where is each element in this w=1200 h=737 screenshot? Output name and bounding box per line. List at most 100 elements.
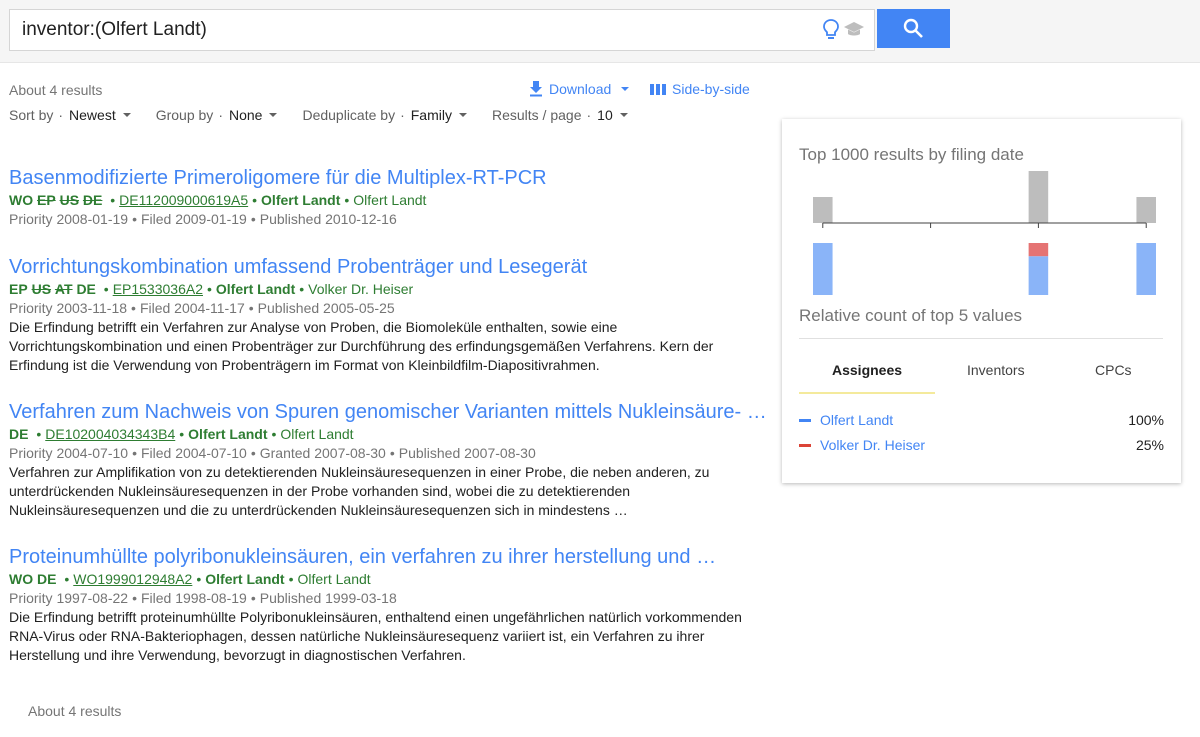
publication-number[interactable]: DE102004034343B4 (45, 426, 175, 442)
footer-result-count: About 4 results (28, 703, 122, 719)
legend-percent: 100% (1128, 412, 1164, 428)
search-input[interactable] (22, 10, 802, 50)
lightbulb-icon[interactable] (821, 18, 841, 42)
result-snippet: Die Erfindung betrifft ein Verfahren zur… (9, 319, 714, 373)
caret-down-icon (122, 113, 131, 117)
date: Priority 2008-01-19 (9, 211, 129, 227)
date: Priority 1997-08-22 (9, 590, 129, 606)
date: Published 2010-12-16 (259, 211, 397, 227)
columns-icon (650, 83, 666, 95)
result-meta: EP US AT DE • EP1533036A2 • Olfert Landt • Vo… (9, 281, 414, 297)
group-by-dropdown[interactable]: None (229, 107, 278, 123)
filing-bar (1136, 197, 1156, 223)
chevron-down-icon (621, 87, 630, 91)
inventor: Olfert Landt (353, 192, 427, 208)
result-item: Verfahren zum Nachweis von Spuren genomi… (9, 400, 767, 520)
sort-by-dropdown[interactable]: Newest (69, 107, 131, 123)
download-button[interactable]: Download (529, 81, 633, 97)
deduplicate-by-dropdown[interactable]: Family (411, 107, 467, 123)
relative-bar-olfert-landt (813, 243, 833, 295)
publication-number[interactable]: DE112009000619A5 (119, 192, 248, 208)
country-code[interactable]: EP (9, 281, 28, 297)
date: Priority 2004-07-10 (9, 445, 129, 461)
deduplicate-by-label: Deduplicate by (302, 107, 396, 123)
date: Published 2007-08-30 (398, 445, 536, 461)
caret-down-icon (269, 113, 278, 117)
stats-panel: Top 1000 results by filing date Relative… (782, 119, 1181, 483)
country-code[interactable]: EP (37, 192, 56, 208)
country-code[interactable]: DE (9, 426, 28, 442)
result-title[interactable]: Vorrichtungskombination umfassend Proben… (9, 255, 754, 279)
top-bar (0, 0, 1200, 63)
inventor: Olfert Landt (280, 426, 354, 442)
relative-bar-olfert-landt (1028, 256, 1049, 295)
filing-bar (813, 197, 833, 223)
date: Granted 2007-08-30 (259, 445, 386, 461)
relative-bar-olfert-landt (1136, 243, 1156, 295)
sort-by-label: Sort by (9, 107, 54, 123)
filing-date-chart (813, 171, 1156, 295)
country-code[interactable]: DE (37, 571, 56, 587)
group-by-label: Group by (155, 107, 214, 123)
publication-number[interactable]: WO1999012948A2 (73, 571, 192, 587)
date: Priority 2003-11-18 (9, 300, 128, 316)
country-code[interactable]: WO (9, 192, 33, 208)
result-meta: WO EP US DE • DE112009000619A5 • Olfert Lan… (9, 192, 427, 208)
download-label: Download (549, 81, 612, 97)
tab-assignees[interactable]: Assignees (832, 362, 902, 378)
legend-swatch (799, 444, 811, 447)
assignee: Olfert Landt (261, 192, 341, 208)
result-title[interactable]: Verfahren zum Nachweis von Spuren genomi… (9, 400, 767, 424)
result-item: Vorrichtungskombination umfassend Proben… (9, 255, 754, 375)
date: Filed 1998-08-19 (140, 590, 247, 606)
legend-percent: 25% (1135, 437, 1164, 453)
result-title[interactable]: Basenmodifizierte Primeroligomere für di… (9, 166, 754, 190)
search-icon (903, 18, 923, 38)
result-snippet: Die Erfindung betrifft proteinumhüllte P… (9, 609, 742, 663)
country-code[interactable]: AT (55, 281, 73, 297)
search-button[interactable] (877, 9, 950, 48)
search-box[interactable] (9, 9, 875, 51)
assignee: Olfert Landt (205, 571, 285, 587)
graduation-cap-icon[interactable] (843, 20, 865, 40)
country-code[interactable]: DE (83, 192, 102, 208)
publication-number[interactable]: EP1533036A2 (113, 281, 203, 297)
result-item: Basenmodifizierte Primeroligomere für di… (9, 166, 754, 229)
date: Filed 2004-07-10 (140, 445, 247, 461)
active-tab-underline (799, 392, 935, 394)
result-dates: Priority 2003-11-18 • Filed 2004-11-17 • Pub… (9, 300, 395, 316)
country-code[interactable]: WO (9, 571, 33, 587)
assignee: Olfert Landt (215, 281, 296, 297)
result-dates: Priority 1997-08-22 • Filed 1998-08-19 • Pub… (9, 590, 397, 606)
assignee: Olfert Landt (188, 426, 268, 442)
result-title[interactable]: Proteinumhüllte polyribonukleinsäuren, e… (9, 545, 754, 569)
caret-down-icon (458, 113, 467, 117)
country-code[interactable]: DE (76, 281, 95, 297)
inventor: Olfert Landt (297, 571, 371, 587)
side-by-side-label: Side-by-side (672, 81, 750, 97)
panel-subtitle: Relative count of top 5 values (799, 306, 1023, 325)
date: Published 1999-03-18 (259, 590, 397, 606)
country-code[interactable]: US (32, 281, 51, 297)
country-code[interactable]: US (60, 192, 79, 208)
results-per-page-dropdown[interactable]: 10 (597, 107, 628, 123)
result-item: Proteinumhüllte polyribonukleinsäuren, e… (9, 545, 754, 665)
result-snippet: Verfahren zur Amplifikation von zu detek… (9, 464, 710, 518)
result-meta: WO DE • WO1999012948A2 • Olfert Landt • Olfer… (9, 571, 371, 587)
date: Published 2005-05-25 (257, 300, 395, 316)
result-dates: Priority 2008-01-19 • Filed 2009-01-19 • Pub… (9, 211, 397, 227)
side-by-side-button[interactable]: Side-by-side (650, 81, 750, 97)
tab-inventors[interactable]: Inventors (967, 362, 1025, 378)
tab-cpcs[interactable]: CPCs (1095, 362, 1132, 378)
legend-name[interactable]: Volker Dr. Heiser (820, 437, 925, 453)
result-meta: DE • DE102004034343B4 • Olfert Landt • Olfert… (9, 426, 354, 442)
date: Filed 2004-11-17 (139, 300, 245, 316)
inventor: Volker Dr. Heiser (308, 281, 414, 297)
filing-bar (1028, 171, 1049, 223)
download-icon (530, 81, 542, 97)
result-dates: Priority 2004-07-10 • Filed 2004-07-10 • Gra… (9, 445, 536, 461)
legend-swatch (799, 419, 811, 422)
legend-name[interactable]: Olfert Landt (820, 412, 893, 428)
date: Filed 2009-01-19 (140, 211, 247, 227)
result-count: About 4 results (9, 82, 103, 98)
